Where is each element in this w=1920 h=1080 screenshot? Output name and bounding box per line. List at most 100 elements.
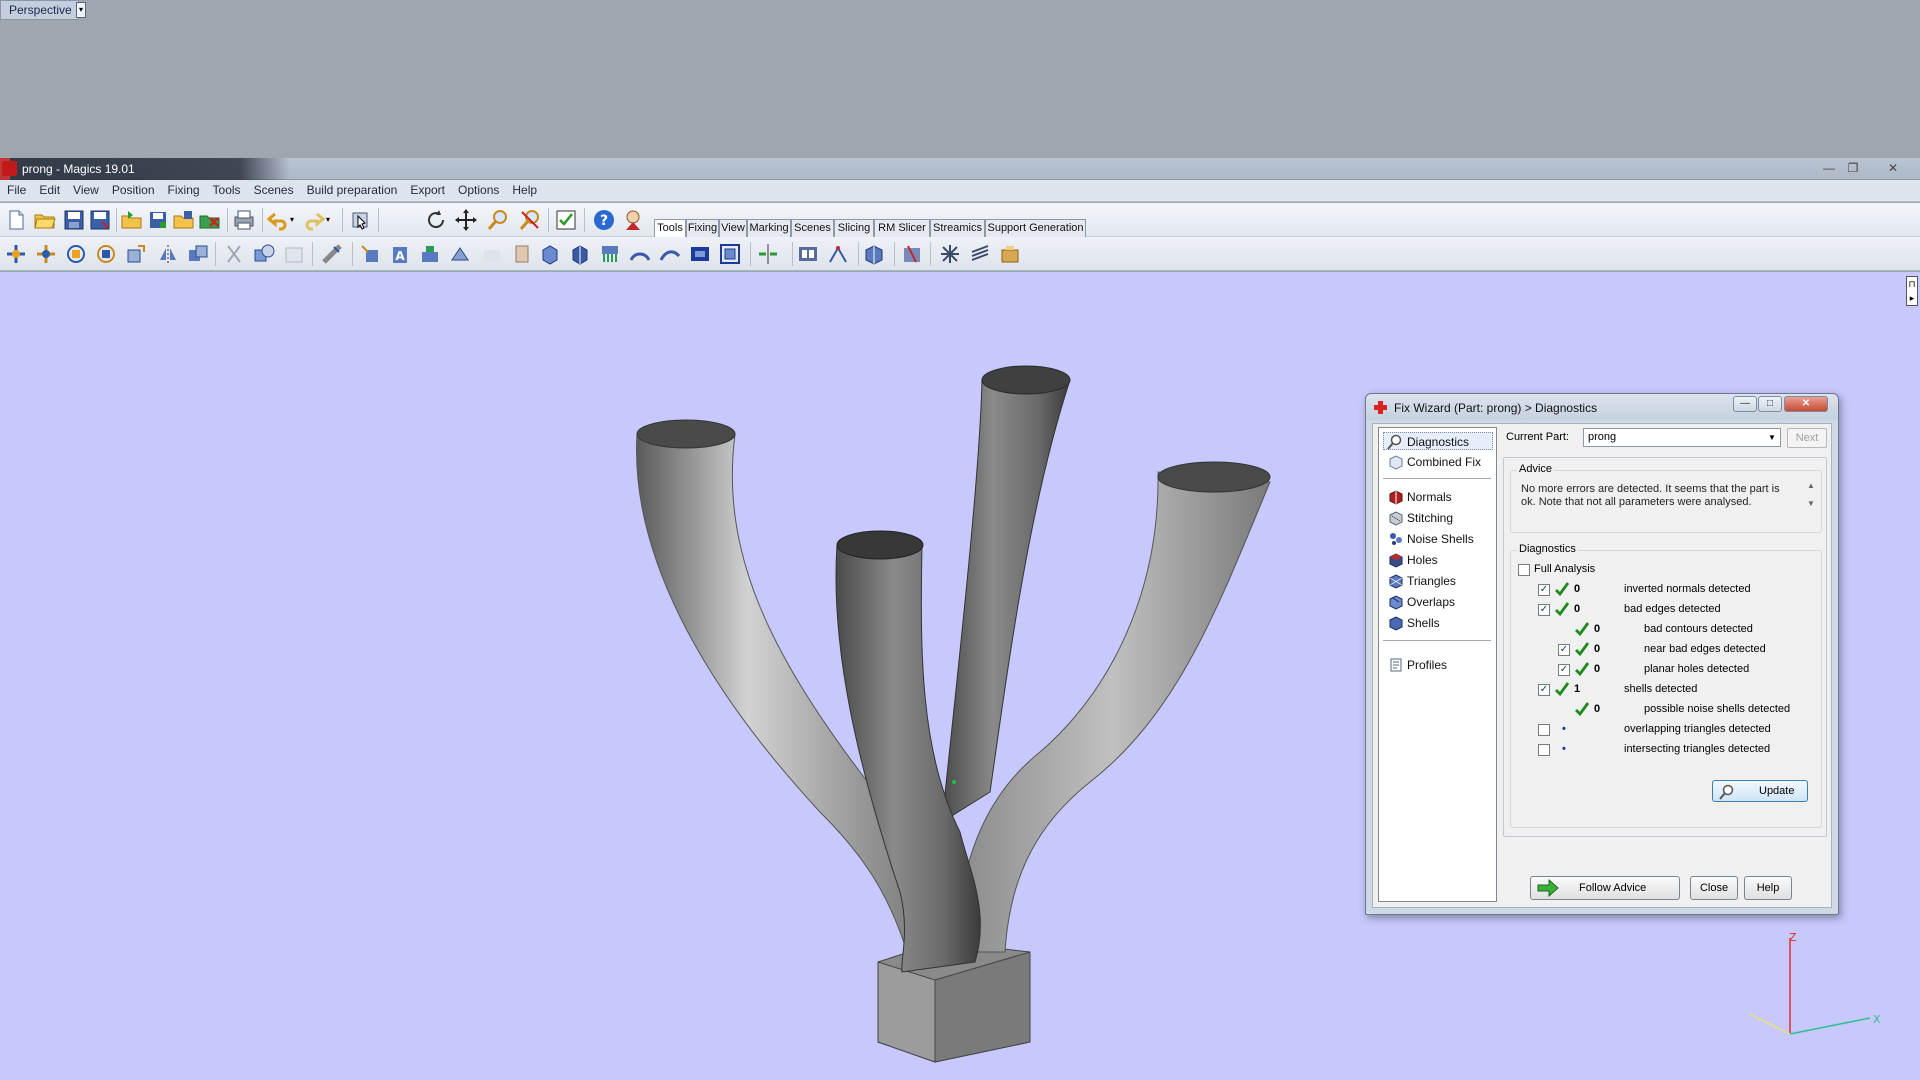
pin-panel-icon[interactable]: ⊓ ▸	[1906, 276, 1918, 306]
nav-overlaps[interactable]: Overlaps	[1385, 593, 1455, 611]
save-as-icon[interactable]	[88, 208, 112, 232]
minimize-button[interactable]: —	[1818, 161, 1840, 177]
menu-help[interactable]: Help	[505, 180, 543, 197]
menu-tools[interactable]: Tools	[206, 180, 247, 197]
diagnostic-checkbox[interactable]: ✓	[1538, 604, 1550, 616]
mirror-icon[interactable]	[156, 242, 180, 266]
rotate-interactive-icon[interactable]	[94, 242, 118, 266]
close-button[interactable]: ✕	[1882, 161, 1904, 177]
follow-advice-button[interactable]: Follow Advice	[1530, 876, 1680, 900]
redo-icon[interactable]	[302, 208, 326, 232]
wrap-icon[interactable]	[628, 242, 652, 266]
report-icon[interactable]	[862, 242, 886, 266]
nav-noise-shells[interactable]: Noise Shells	[1385, 530, 1474, 548]
next-button[interactable]: Next	[1787, 428, 1827, 448]
diagnostic-checkbox[interactable]: ✓	[1558, 664, 1570, 676]
tab-scenes[interactable]: Scenes	[791, 219, 834, 237]
translate-to-default-icon[interactable]	[34, 242, 58, 266]
view-mode-dropdown-icon[interactable]: ▾	[76, 2, 86, 18]
rotate-view-icon[interactable]	[424, 208, 448, 232]
tab-fixing[interactable]: Fixing	[686, 219, 719, 237]
tab-tools[interactable]: Tools	[654, 219, 686, 238]
menu-view[interactable]: View	[66, 180, 105, 197]
zoom-icon[interactable]	[486, 208, 510, 232]
nav-shells[interactable]: Shells	[1385, 614, 1440, 632]
measure-icon[interactable]	[320, 242, 344, 266]
smooth-icon[interactable]	[480, 242, 504, 266]
diagnostic-checkbox[interactable]	[1538, 724, 1550, 736]
outline-icon[interactable]	[718, 242, 742, 266]
pan-view-icon[interactable]	[454, 208, 478, 232]
unload-part-icon[interactable]	[198, 208, 222, 232]
surface-icon[interactable]	[658, 242, 682, 266]
undo-dropdown-icon[interactable]: ▾	[290, 208, 302, 232]
menu-file[interactable]: File	[0, 180, 32, 197]
nav-combined-fix[interactable]: Combined Fix	[1385, 453, 1481, 471]
part-info-icon[interactable]	[358, 242, 382, 266]
fix-wizard-titlebar[interactable]: Fix Wizard (Part: prong) > Diagnostics —…	[1366, 394, 1838, 420]
tab-view[interactable]: View	[719, 219, 747, 237]
advice-scrollbar[interactable]: ▲ ▼	[1805, 481, 1817, 521]
label-icon[interactable]: A	[388, 242, 412, 266]
menu-scenes[interactable]: Scenes	[247, 180, 300, 197]
nav-holes[interactable]: Holes	[1385, 551, 1438, 569]
box-view-icon[interactable]	[538, 242, 562, 266]
build-icon[interactable]	[900, 242, 924, 266]
tab-marking[interactable]: Marking	[747, 219, 791, 237]
rotate-part-icon[interactable]	[64, 242, 88, 266]
nav-profiles[interactable]: Profiles	[1385, 656, 1447, 674]
menu-export[interactable]: Export	[403, 180, 451, 197]
diagnostic-checkbox[interactable]: ✓	[1558, 644, 1570, 656]
redo-dropdown-icon[interactable]: ▾	[326, 208, 338, 232]
open-icon[interactable]	[33, 208, 57, 232]
diagnostic-checkbox[interactable]: ✓	[1538, 584, 1550, 596]
offset-icon[interactable]	[448, 242, 472, 266]
update-button[interactable]: Update	[1712, 780, 1808, 802]
nesting-icon[interactable]	[826, 242, 850, 266]
new-icon[interactable]	[4, 208, 28, 232]
tab-support-generation[interactable]: Support Generation	[985, 219, 1086, 237]
tab-rm-slicer[interactable]: RM Slicer	[874, 219, 930, 237]
slices-icon[interactable]	[968, 242, 992, 266]
import-icon[interactable]	[172, 208, 196, 232]
tab-slicing[interactable]: Slicing	[834, 219, 874, 237]
cut-icon[interactable]	[222, 242, 246, 266]
diagnostic-checkbox[interactable]: ✓	[1538, 684, 1550, 696]
section-icon[interactable]	[688, 242, 712, 266]
hollow-icon[interactable]	[282, 242, 306, 266]
save-part-icon[interactable]	[146, 208, 170, 232]
nav-triangles[interactable]: Triangles	[1385, 572, 1456, 590]
undo-icon[interactable]	[266, 208, 290, 232]
nav-diagnostics[interactable]: Diagnostics	[1383, 432, 1493, 450]
align-icon[interactable]	[756, 242, 780, 266]
package-icon[interactable]	[998, 242, 1022, 266]
shell-icon[interactable]	[510, 242, 534, 266]
menu-position[interactable]: Position	[105, 180, 161, 197]
boolean-icon[interactable]	[252, 242, 276, 266]
platform-icon[interactable]	[796, 242, 820, 266]
nav-stitching[interactable]: Stitching	[1385, 509, 1453, 527]
tab-streamics[interactable]: Streamics	[930, 219, 985, 237]
help-icon[interactable]: ?	[592, 208, 616, 232]
diagnostic-checkbox[interactable]	[1538, 744, 1550, 756]
duplicate-icon[interactable]	[186, 242, 210, 266]
settings-icon[interactable]	[938, 242, 962, 266]
fw-close-button[interactable]: ✕	[1784, 396, 1828, 412]
menu-build-preparation[interactable]: Build preparation	[300, 180, 404, 197]
view-mode-label[interactable]: Perspective	[0, 0, 79, 20]
context-help-icon[interactable]	[622, 208, 646, 232]
scale-icon[interactable]	[124, 242, 148, 266]
restore-button[interactable]: ❐	[1842, 161, 1864, 177]
save-icon[interactable]	[62, 208, 86, 232]
fw-minimize-button[interactable]: —	[1733, 396, 1757, 412]
menu-edit[interactable]: Edit	[32, 180, 66, 197]
zoom-fit-icon[interactable]	[518, 208, 542, 232]
nav-normals[interactable]: Normals	[1385, 488, 1452, 506]
close-button[interactable]: Close	[1690, 876, 1738, 900]
translate-icon[interactable]	[4, 242, 28, 266]
menu-fixing[interactable]: Fixing	[161, 180, 206, 197]
fw-maximize-button[interactable]: □	[1758, 396, 1782, 412]
fix-wizard-icon[interactable]	[554, 208, 578, 232]
prong-part-model[interactable]	[620, 352, 1300, 1072]
load-part-icon[interactable]	[120, 208, 144, 232]
